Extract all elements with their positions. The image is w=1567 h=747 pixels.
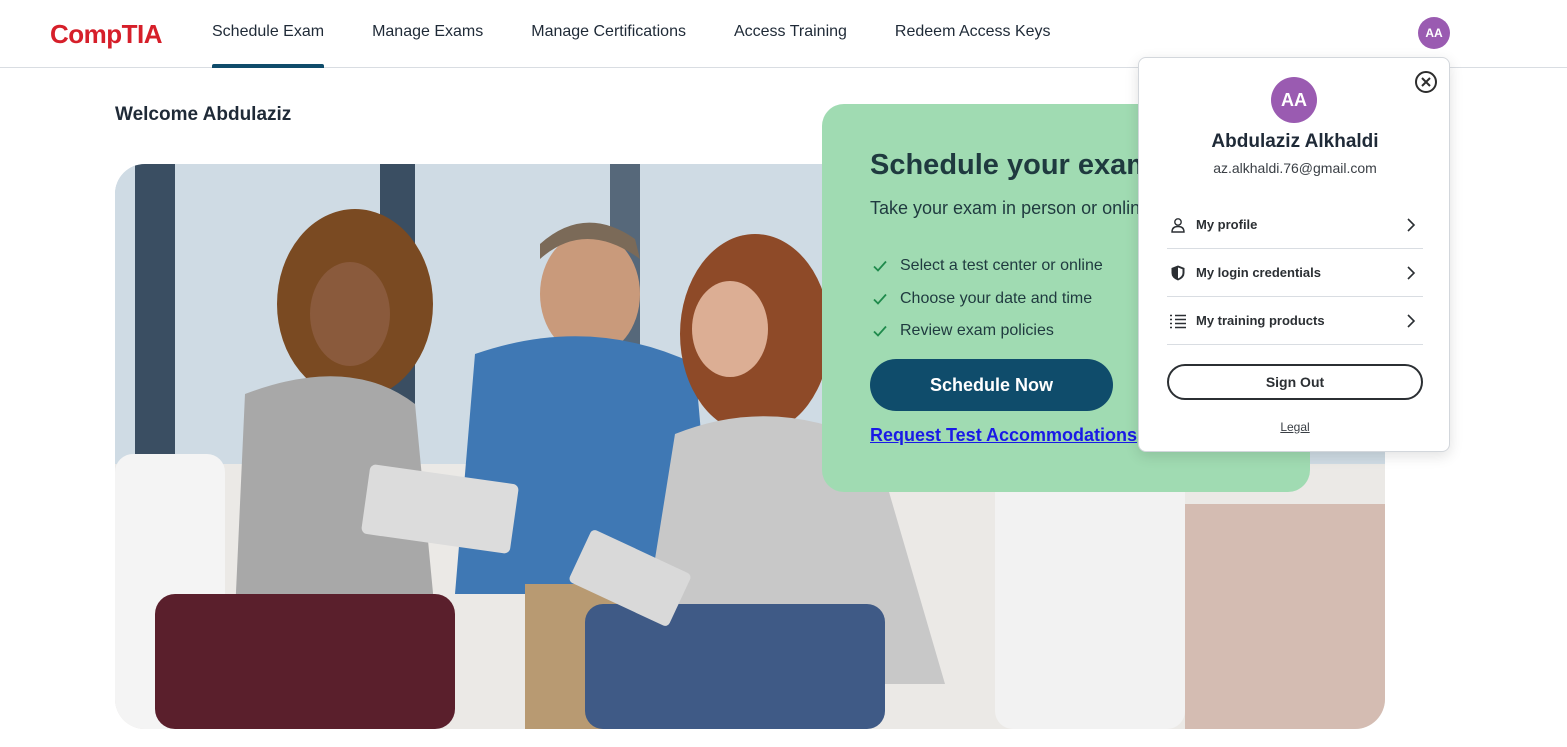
checklist-item: Choose your date and time (872, 283, 1103, 316)
user-avatar-button[interactable]: AA (1418, 17, 1450, 49)
checklist-text: Choose your date and time (900, 289, 1093, 307)
nav-schedule-exam[interactable]: Schedule Exam (212, 0, 325, 68)
welcome-heading: Welcome Abdulaziz (115, 104, 292, 125)
card-subtitle: Take your exam in person or online (870, 198, 1151, 218)
main-nav: Schedule Exam Manage Exams Manage Certif… (212, 0, 1099, 68)
close-icon (1421, 77, 1431, 87)
close-popover-button[interactable] (1415, 71, 1437, 93)
check-icon (873, 326, 887, 338)
menu-item-label: My login credentials (1196, 265, 1321, 280)
nav-manage-certifications[interactable]: Manage Certifications (531, 0, 686, 68)
checklist-text: Select a test center or online (900, 257, 1103, 275)
profile-popover: AA Abdulaziz Alkhaldi az.alkhaldi.76@gma… (1138, 57, 1450, 452)
chevron-right-icon (1407, 217, 1416, 232)
schedule-now-button[interactable]: Schedule Now (870, 359, 1113, 411)
request-accommodations-link[interactable]: Request Test Accommodations (870, 425, 1137, 446)
chevron-right-icon (1407, 313, 1416, 328)
check-icon (873, 293, 887, 305)
nav-access-training[interactable]: Access Training (734, 0, 847, 68)
profile-email: az.alkhaldi.76@gmail.com (1213, 160, 1377, 176)
nav-redeem-access-keys[interactable]: Redeem Access Keys (895, 0, 1051, 68)
shield-icon (1171, 265, 1185, 280)
chevron-right-icon (1407, 265, 1416, 280)
menu-item-my-profile[interactable]: My profile (1167, 201, 1423, 249)
logo-text: CompTIA (50, 19, 163, 49)
menu-item-training-products[interactable]: My training products (1167, 297, 1423, 345)
feature-checklist: Select a test center or online Choose yo… (872, 250, 1103, 348)
profile-avatar: AA (1271, 77, 1317, 123)
profile-name: Abdulaziz Alkhaldi (1211, 131, 1379, 152)
checklist-item: Review exam policies (872, 315, 1103, 348)
card-title: Schedule your exam (870, 149, 1153, 181)
checklist-item: Select a test center or online (872, 250, 1103, 283)
menu-item-label: My training products (1196, 313, 1325, 328)
profile-menu: My profile My login credentials My train… (1167, 201, 1423, 345)
checklist-text: Review exam policies (900, 322, 1054, 340)
comptia-logo[interactable]: CompTIA (50, 19, 163, 50)
legal-link[interactable]: Legal (1139, 420, 1451, 434)
list-icon (1170, 314, 1186, 328)
person-icon (1171, 217, 1185, 233)
menu-item-label: My profile (1196, 217, 1258, 232)
check-icon (873, 261, 887, 273)
sign-out-button[interactable]: Sign Out (1167, 364, 1423, 400)
menu-item-login-credentials[interactable]: My login credentials (1167, 249, 1423, 297)
nav-manage-exams[interactable]: Manage Exams (372, 0, 483, 68)
